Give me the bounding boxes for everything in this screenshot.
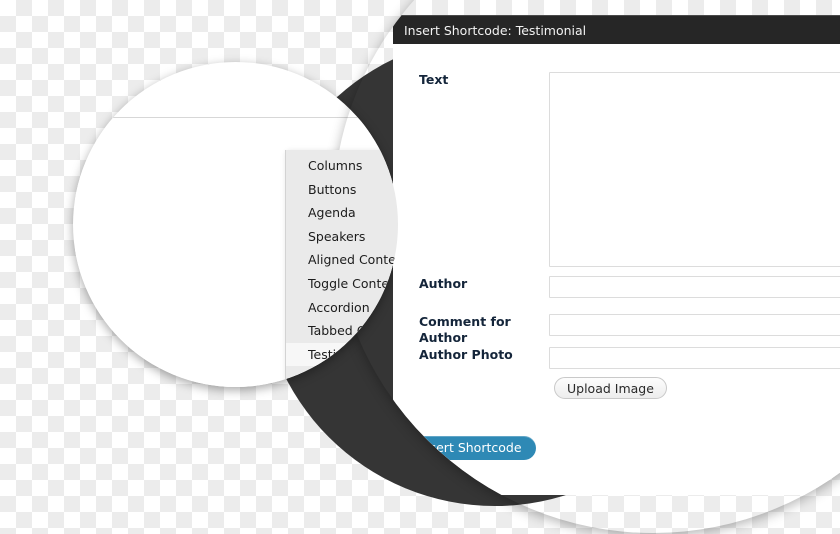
help-icon: ? [81, 93, 98, 110]
field-text: Text [419, 72, 840, 267]
field-comment-for-author: Comment for Author [419, 314, 840, 346]
field-author: Author [419, 276, 840, 298]
author-input[interactable] [549, 276, 840, 298]
text-textarea[interactable] [549, 72, 840, 267]
insert-shortcode-toolbar-button[interactable] [73, 62, 93, 85]
dialog-form: Text Author Comment for Author Author Ph… [393, 44, 840, 495]
menu-item-buttons[interactable]: Buttons [286, 178, 398, 202]
author-photo-input[interactable] [549, 347, 840, 369]
mouse-cursor-icon [382, 350, 397, 376]
field-author-photo: Author Photo [419, 347, 840, 369]
menu-item-columns[interactable]: Columns [286, 154, 398, 178]
svg-text:?: ? [87, 98, 92, 108]
field-label-author-photo: Author Photo [419, 347, 513, 362]
menu-item-tabbed-content[interactable]: Tabbed Content [286, 319, 398, 343]
field-label-comment-for-author: Comment for Author [419, 314, 511, 345]
dialog-title: Insert Shortcode: Testimonial [393, 15, 840, 44]
field-label-author: Author [419, 276, 468, 291]
editor-toolbar-row-1 [73, 62, 398, 87]
menu-item-speakers[interactable]: Speakers [286, 225, 398, 249]
menu-item-agenda[interactable]: Agenda [286, 201, 398, 225]
menu-item-toggle-content[interactable]: Toggle Content [286, 272, 398, 296]
field-label-text: Text [419, 72, 449, 87]
insert-shortcode-submit-button[interactable]: Insert Shortcode [404, 436, 536, 460]
insert-shortcode-dialog: Insert Shortcode: Testimonial Text Autho… [393, 15, 840, 495]
menu-item-accordion[interactable]: Accordion [286, 296, 398, 320]
upload-image-button[interactable]: Upload Image [554, 377, 667, 399]
dialog-magnifier-bubble: Insert Shortcode: Testimonial Text Autho… [333, 0, 840, 533]
menu-item-aligned-content[interactable]: Aligned Content [286, 248, 398, 272]
help-button[interactable]: ? [75, 87, 103, 115]
comment-for-author-input[interactable] [549, 314, 840, 336]
add-shortcode-icon [73, 62, 88, 80]
